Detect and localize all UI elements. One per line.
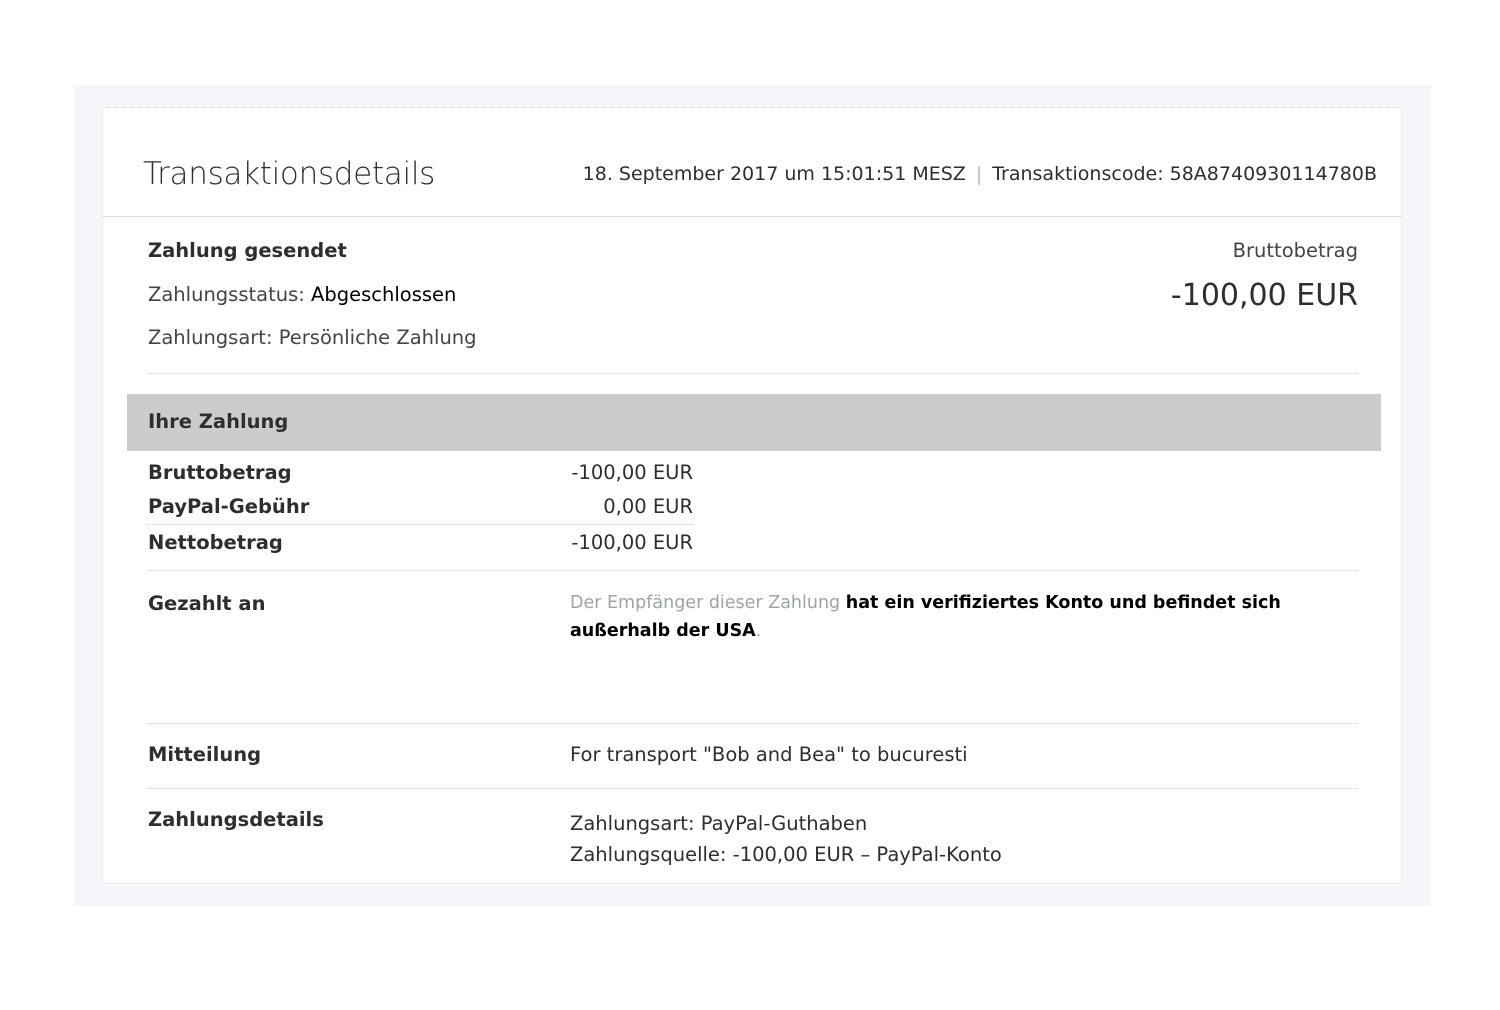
net-row-label: Nettobetrag (148, 531, 283, 554)
your-payment-header: Ihre Zahlung (127, 394, 1381, 451)
fee-row-value: 0,00 EUR (603, 495, 693, 518)
transaction-date: 18. September 2017 um 15:01:51 MESZ (582, 163, 966, 185)
header-divider (103, 216, 1401, 217)
paid-to-text-muted: Der Empfänger dieser Zahlung (570, 593, 846, 613)
amount-subtotal-divider (148, 524, 693, 525)
payment-method: Zahlungsart: PayPal-Guthaben (570, 812, 868, 835)
payment-source: Zahlungsquelle: -100,00 EUR – PayPal-Kon… (570, 843, 1002, 866)
transaction-details-card: Transaktionsdetails 18. September 2017 u… (102, 107, 1402, 884)
paid-to-description: Der Empfänger dieser Zahlung hat ein ver… (570, 589, 1290, 645)
payment-status-value: Abgeschlossen (311, 283, 457, 306)
net-row-value: -100,00 EUR (571, 531, 693, 554)
payment-details-values: Zahlungsart: PayPal-Guthaben Zahlungsque… (570, 808, 1002, 870)
payment-status: Zahlungsstatus: Abgeschlossen (148, 283, 456, 306)
gross-amount: -100,00 EUR (1170, 278, 1358, 313)
payment-sent-title: Zahlung gesendet (148, 239, 347, 262)
summary-divider (148, 373, 1358, 374)
message-value: For transport "Bob and Bea" to bucuresti (570, 743, 968, 766)
transaction-meta: 18. September 2017 um 15:01:51 MESZ | Tran… (583, 163, 1377, 185)
gross-amount-caption: Bruttobetrag (1232, 239, 1358, 262)
amounts-divider (148, 570, 1358, 571)
your-payment-title: Ihre Zahlung (148, 410, 289, 433)
payment-type: Zahlungsart: Persönliche Zahlung (148, 326, 477, 349)
paid-to-label: Gezahlt an (148, 592, 266, 615)
paid-to-divider (148, 723, 1358, 724)
paid-to-text-end: . (755, 621, 762, 641)
page-background: Transaktionsdetails 18. September 2017 u… (74, 85, 1431, 906)
fee-row-label: PayPal-Gebühr (148, 495, 310, 518)
page-title: Transaktionsdetails (143, 156, 435, 192)
message-divider (148, 788, 1358, 789)
message-label: Mitteilung (148, 743, 262, 766)
transaction-code: Transaktionscode: 58A8740930114780B (992, 163, 1377, 185)
gross-row-value: -100,00 EUR (571, 461, 693, 484)
payment-details-label: Zahlungsdetails (148, 808, 324, 831)
gross-row-label: Bruttobetrag (148, 461, 292, 484)
meta-separator: | (975, 163, 983, 185)
payment-status-label: Zahlungsstatus: (148, 283, 312, 306)
